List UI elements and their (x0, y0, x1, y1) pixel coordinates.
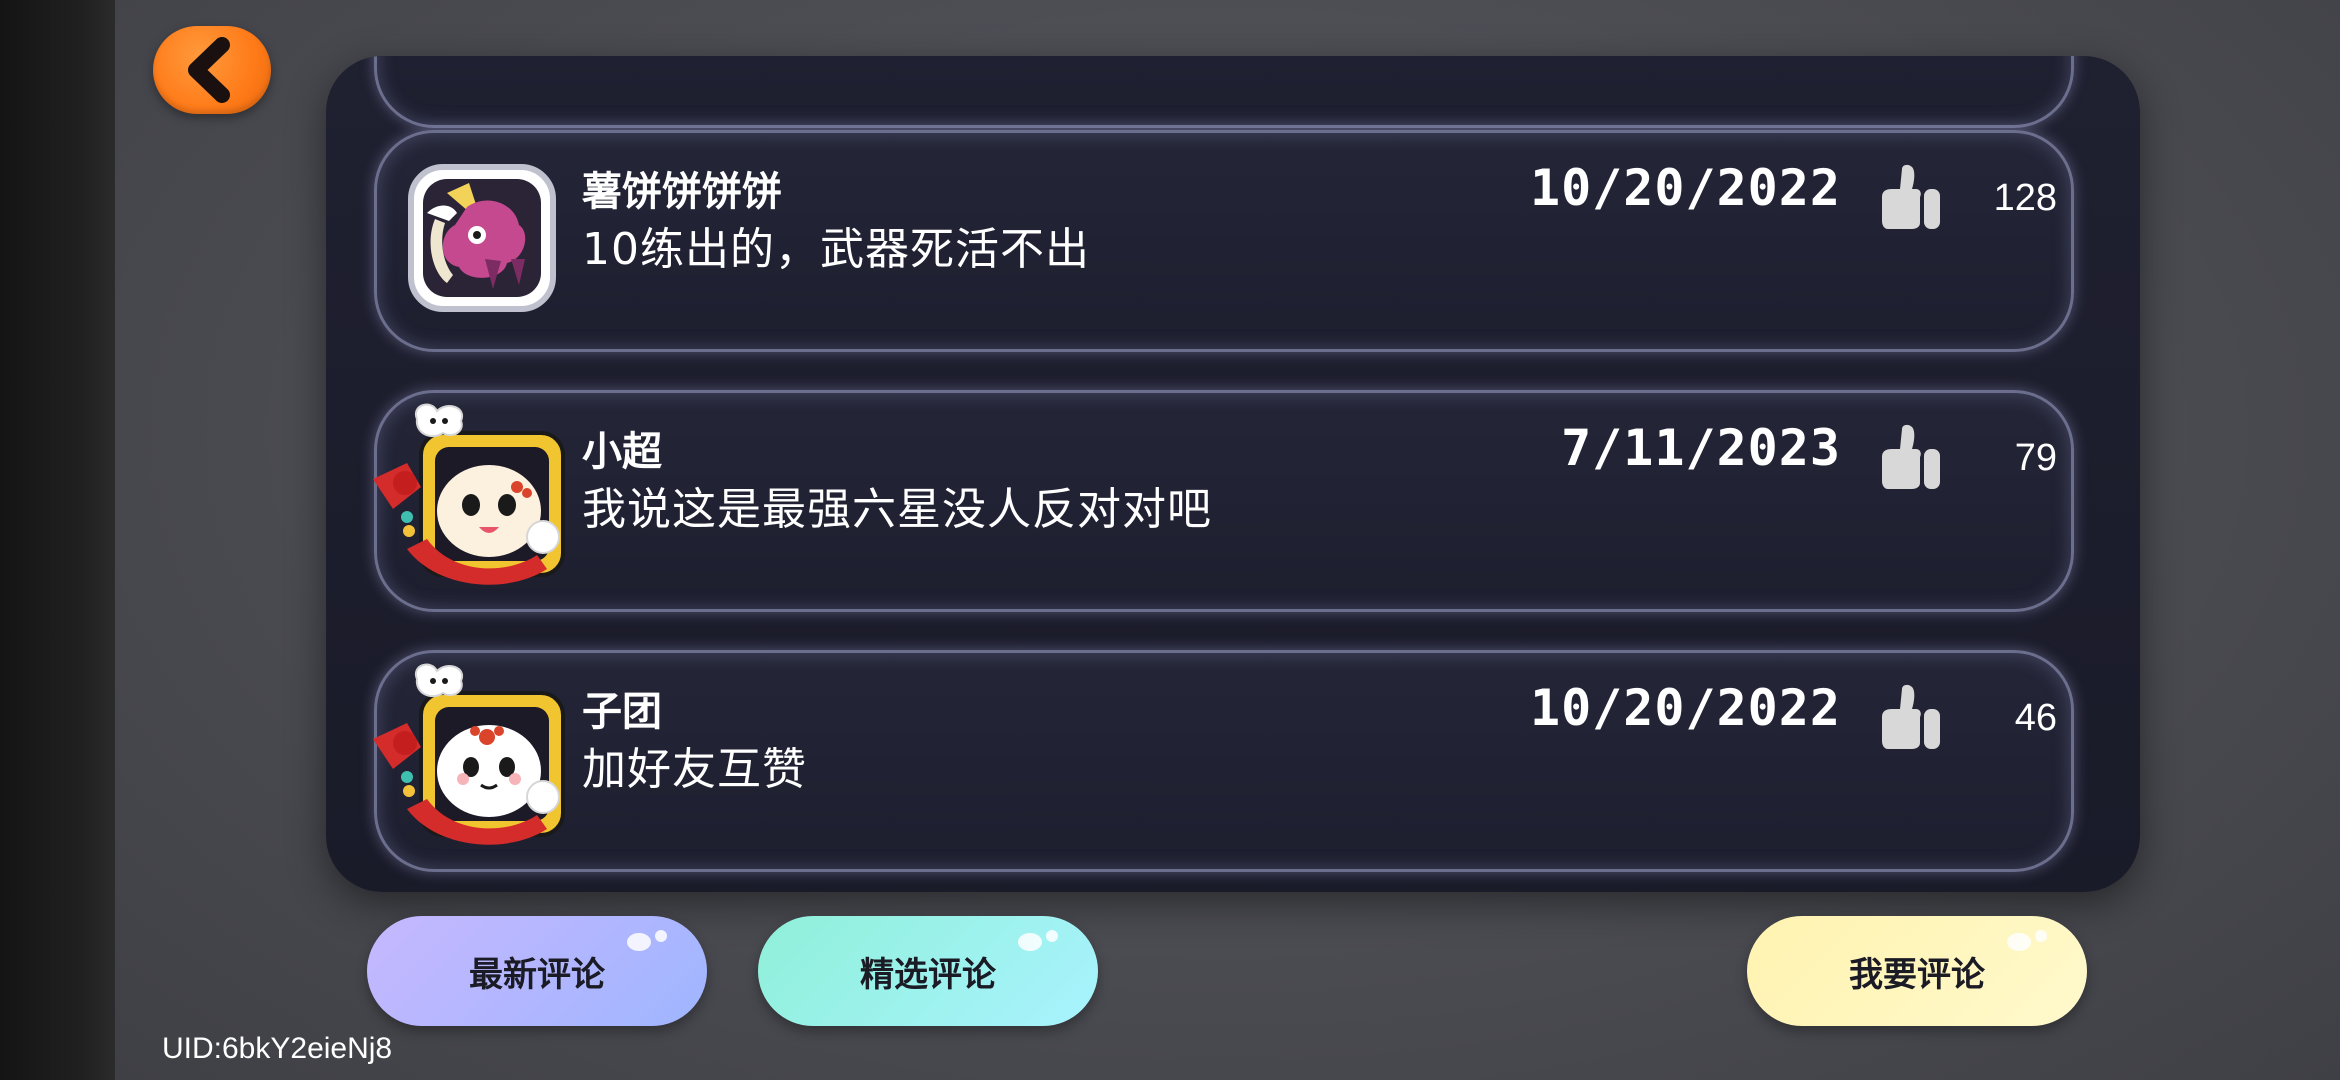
comment-card: 小超 我说这是最强六星没人反对对吧 7/11/2023 79 (373, 390, 2074, 612)
like-count: 79 (2014, 437, 2057, 479)
comment-date: 10/20/2022 (1529, 679, 1841, 737)
comment-text: 我说这是最强六星没人反对对吧 (582, 484, 1212, 535)
left-edge-bar (0, 0, 115, 1080)
shine-icon (1018, 930, 1058, 951)
avatar[interactable] (373, 403, 565, 585)
shine-icon (627, 930, 667, 951)
thumbs-up-icon[interactable] (1874, 163, 1946, 235)
latest-comments-label: 最新评论 (469, 954, 605, 995)
comment-text: 10练出的，武器死活不出 (582, 224, 1090, 275)
comment-user-name: 子团 (582, 689, 662, 735)
comment-card-partial (374, 56, 2074, 128)
user-id-label: UID:6bkY2eieNj8 (162, 1032, 393, 1065)
comment-user-name: 小超 (582, 429, 662, 475)
featured-comments-label: 精选评论 (860, 954, 996, 995)
comment-card: 薯饼饼饼饼 10练出的，武器死活不出 10/20/2022 128 (374, 130, 2074, 352)
comment-text: 加好友互赞 (582, 744, 807, 795)
comment-user-name: 薯饼饼饼饼 (582, 169, 782, 215)
avatar[interactable] (407, 163, 557, 313)
avatar-cat-frame-icon (373, 403, 565, 585)
thumbs-up-icon[interactable] (1874, 423, 1946, 495)
featured-comments-button[interactable]: 精选评论 (758, 916, 1098, 1026)
comments-panel[interactable]: 薯饼饼饼饼 10练出的，武器死活不出 10/20/2022 128 小超 我说这… (326, 56, 2140, 892)
avatar-creature-icon (408, 164, 556, 312)
like-count: 128 (1993, 177, 2057, 219)
thumbs-up-icon[interactable] (1874, 683, 1946, 755)
chevron-left-icon (188, 37, 230, 103)
write-comment-button[interactable]: 我要评论 (1747, 916, 2087, 1026)
comment-date: 10/20/2022 (1529, 159, 1841, 217)
latest-comments-button[interactable]: 最新评论 (367, 916, 707, 1026)
avatar[interactable] (373, 663, 565, 845)
comment-card: 子团 加好友互赞 10/20/2022 46 (373, 650, 2074, 872)
back-button[interactable] (153, 26, 271, 114)
shine-icon (2007, 930, 2047, 951)
write-comment-label: 我要评论 (1849, 954, 1985, 995)
avatar-cat-frame-icon (373, 663, 565, 845)
comment-date: 7/11/2023 (1561, 419, 1841, 477)
like-count: 46 (2014, 697, 2057, 739)
